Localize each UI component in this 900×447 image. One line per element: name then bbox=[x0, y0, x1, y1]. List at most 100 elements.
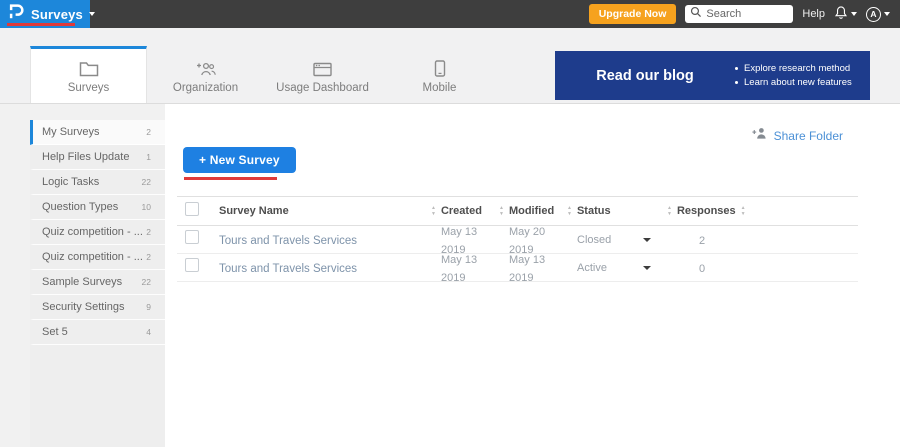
row-check-cell bbox=[177, 258, 215, 277]
folder-count-badge: 10 bbox=[142, 202, 151, 212]
folder-label: Question Types bbox=[42, 201, 118, 213]
mobile-icon bbox=[434, 59, 446, 77]
sort-icon bbox=[567, 206, 572, 217]
search-input[interactable] bbox=[706, 8, 786, 20]
content: My Surveys 2 Help Files Update 1 Logic T… bbox=[0, 104, 900, 447]
banner-title: Read our blog bbox=[555, 68, 735, 84]
bell-icon bbox=[834, 4, 848, 25]
folder-label: Security Settings bbox=[42, 301, 125, 313]
column-survey-name[interactable]: Survey Name bbox=[215, 205, 427, 217]
folder-label: Quiz competition - ... bbox=[42, 251, 143, 263]
share-folder-button[interactable]: Share Folder bbox=[751, 126, 843, 145]
row-checkbox[interactable] bbox=[185, 258, 199, 272]
sidebar-folder-item[interactable]: Quiz competition - ... 2 bbox=[30, 245, 165, 270]
column-responses[interactable]: Responses bbox=[663, 205, 783, 217]
folder-count-badge: 4 bbox=[146, 327, 151, 337]
tab-label: Surveys bbox=[68, 82, 110, 94]
responses-cell: 0 bbox=[663, 259, 783, 277]
folder-count-badge: 1 bbox=[146, 152, 151, 162]
product-switcher[interactable]: Surveys bbox=[0, 0, 90, 28]
avatar: A bbox=[866, 7, 881, 22]
column-modified[interactable]: Modified bbox=[495, 205, 563, 217]
sidebar-folder-item[interactable]: Quiz competition - ... 2 bbox=[30, 220, 165, 245]
sidebar-folder-item[interactable]: Set 5 4 bbox=[30, 320, 165, 345]
folder-label: Quiz competition - ... bbox=[42, 226, 143, 238]
help-link[interactable]: Help bbox=[802, 8, 825, 20]
topbar-actions: Upgrade Now Help A bbox=[589, 0, 900, 28]
product-switcher-label: Surveys bbox=[31, 7, 83, 22]
tab-label: Organization bbox=[173, 82, 238, 94]
tab-organization[interactable]: Organization bbox=[147, 46, 264, 103]
chevron-down-icon bbox=[884, 12, 890, 16]
select-all-checkbox[interactable] bbox=[185, 202, 199, 216]
sidebar-folder-item[interactable]: Security Settings 9 bbox=[30, 295, 165, 320]
chevron-down-icon bbox=[89, 12, 95, 16]
tab-surveys[interactable]: Surveys bbox=[30, 46, 147, 103]
folder-icon bbox=[79, 59, 99, 77]
survey-name-cell: Tours and Travels Services bbox=[215, 259, 427, 277]
sidebar-folder-item[interactable]: Question Types 10 bbox=[30, 195, 165, 220]
main-panel: Share Folder + New Survey Survey Name Cr… bbox=[165, 104, 900, 447]
folder-count-badge: 2 bbox=[146, 127, 151, 137]
folder-count-badge: 9 bbox=[146, 302, 151, 312]
sidebar-rail: My Surveys 2 Help Files Update 1 Logic T… bbox=[0, 104, 165, 447]
status-value: Closed bbox=[577, 234, 611, 246]
account-menu[interactable]: A bbox=[866, 7, 890, 22]
surveys-table: Survey Name Created Modified Status Resp… bbox=[177, 196, 858, 282]
folder-label: Logic Tasks bbox=[42, 176, 99, 188]
folder-count-badge: 22 bbox=[142, 177, 151, 187]
brand-underline bbox=[7, 23, 75, 26]
survey-name-link[interactable]: Tours and Travels Services bbox=[219, 235, 357, 247]
survey-name-cell: Tours and Travels Services bbox=[215, 231, 427, 249]
primary-tabbar: Surveys Organization bbox=[0, 28, 900, 104]
upgrade-now-button[interactable]: Upgrade Now bbox=[589, 4, 677, 24]
chevron-down-icon bbox=[643, 238, 651, 242]
topbar: Surveys Upgrade Now Help bbox=[0, 0, 900, 28]
tab-label: Mobile bbox=[423, 82, 457, 94]
tab-mobile[interactable]: Mobile bbox=[381, 46, 498, 103]
sidebar-folder-item[interactable]: Help Files Update 1 bbox=[30, 145, 165, 170]
people-plus-icon bbox=[194, 59, 217, 77]
modified-cell: May 13 2019 bbox=[495, 250, 563, 286]
new-survey-button[interactable]: + New Survey bbox=[183, 147, 296, 173]
search-icon bbox=[690, 5, 702, 23]
new-survey-underline bbox=[184, 177, 277, 180]
folder-count-badge: 22 bbox=[142, 277, 151, 287]
chevron-down-icon bbox=[643, 266, 651, 270]
survey-name-link[interactable]: Tours and Travels Services bbox=[219, 263, 357, 275]
dashboard-icon bbox=[313, 59, 332, 77]
sort-icon bbox=[499, 206, 504, 217]
sidebar-folder-item[interactable]: My Surveys 2 bbox=[30, 120, 165, 145]
sort-icon bbox=[431, 206, 436, 217]
banner-bullet-list: Explore research method Learn about new … bbox=[735, 60, 852, 91]
sort-icon bbox=[741, 206, 746, 217]
folder-label: My Surveys bbox=[42, 126, 99, 138]
responses-count: 0 bbox=[699, 263, 705, 275]
folders-sidebar: My Surveys 2 Help Files Update 1 Logic T… bbox=[30, 120, 165, 447]
sidebar-folder-item[interactable]: Sample Surveys 22 bbox=[30, 270, 165, 295]
folder-label: Help Files Update bbox=[42, 151, 129, 163]
column-status[interactable]: Status bbox=[563, 205, 663, 217]
status-dropdown[interactable]: Closed bbox=[563, 234, 663, 246]
row-checkbox[interactable] bbox=[185, 230, 199, 244]
column-created[interactable]: Created bbox=[427, 205, 495, 217]
folder-count-badge: 2 bbox=[146, 227, 151, 237]
banner-bullet: Learn about new features bbox=[735, 77, 852, 88]
person-plus-icon bbox=[751, 126, 768, 145]
banner-bullet: Explore research method bbox=[735, 63, 852, 74]
status-dropdown[interactable]: Active bbox=[563, 262, 663, 274]
folder-label: Set 5 bbox=[42, 326, 68, 338]
tabs: Surveys Organization bbox=[30, 46, 498, 103]
table-body: Tours and Travels Services May 13 2019 M… bbox=[177, 226, 858, 282]
sidebar-folder-item[interactable]: Logic Tasks 22 bbox=[30, 170, 165, 195]
search-box[interactable] bbox=[685, 5, 793, 23]
responses-cell: 2 bbox=[663, 231, 783, 249]
chevron-down-icon bbox=[851, 12, 857, 16]
blog-banner[interactable]: Read our blog Explore research method Le… bbox=[555, 51, 870, 100]
table-row: Tours and Travels Services May 13 2019 M… bbox=[177, 254, 858, 282]
tab-usage-dashboard[interactable]: Usage Dashboard bbox=[264, 46, 381, 103]
header-check-cell bbox=[177, 202, 215, 221]
notifications-menu[interactable] bbox=[834, 4, 857, 25]
responses-count: 2 bbox=[699, 235, 705, 247]
folder-label: Sample Surveys bbox=[42, 276, 122, 288]
